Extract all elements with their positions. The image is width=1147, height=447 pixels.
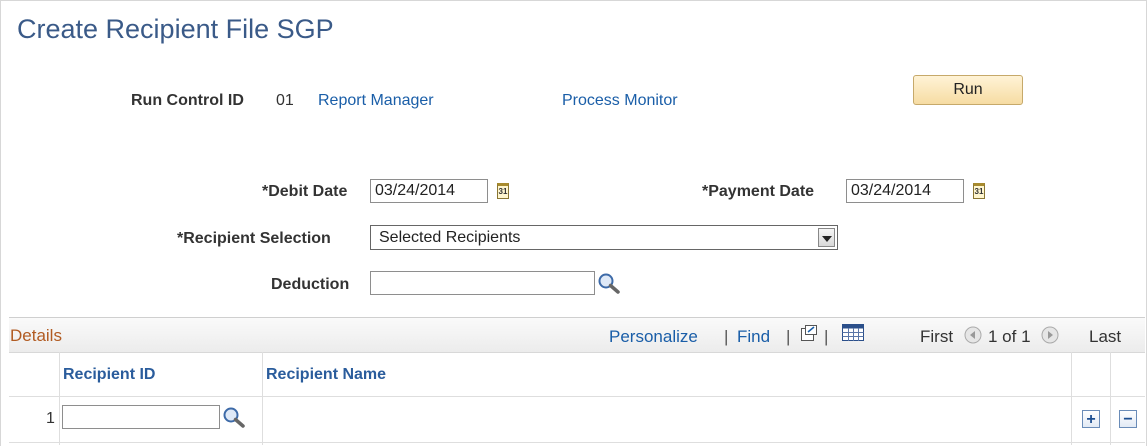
deduction-label: Deduction [271, 276, 350, 293]
first-label: First [920, 327, 954, 346]
row-number: 1 [46, 410, 55, 427]
report-manager-link[interactable]: Report Manager [318, 92, 434, 110]
recipient-name-header[interactable]: Recipient Name [266, 366, 386, 384]
page-frame [0, 0, 1147, 446]
debit-date-input[interactable] [370, 179, 488, 203]
recipient-selection-dropdown[interactable]: Selected Recipients [370, 225, 838, 250]
find-link[interactable]: Find [737, 327, 770, 347]
debit-date-label: *Debit Date [262, 183, 348, 200]
calendar-icon[interactable]: 31 [973, 183, 985, 199]
run-control-label: Run Control ID [131, 92, 244, 109]
recipient-selection-label: *Recipient Selection [177, 230, 331, 247]
separator: | [824, 327, 829, 346]
column-divider [59, 352, 60, 445]
header-divider [9, 396, 1145, 397]
last-label: Last [1089, 327, 1122, 346]
new-window-icon[interactable] [800, 324, 818, 342]
search-icon[interactable] [597, 272, 621, 294]
column-divider [262, 352, 263, 445]
personalize-link[interactable]: Personalize [609, 327, 698, 347]
row-divider [9, 442, 1145, 443]
recipient-id-input[interactable] [62, 405, 220, 429]
spreadsheet-icon[interactable] [842, 324, 864, 342]
next-arrow-icon [1041, 326, 1059, 344]
payment-date-input[interactable] [846, 179, 964, 203]
separator: | [786, 327, 791, 346]
calendar-icon[interactable]: 31 [497, 183, 509, 199]
deduction-input[interactable] [370, 271, 595, 295]
page-title: Create Recipient File SGP [17, 14, 334, 44]
column-divider [1110, 352, 1111, 445]
column-divider [1071, 352, 1072, 445]
delete-row-button[interactable]: − [1119, 410, 1137, 428]
payment-date-label: *Payment Date [702, 183, 815, 200]
recipient-id-header[interactable]: Recipient ID [63, 366, 155, 384]
grid-title: Details [10, 326, 62, 345]
grid-header: Details Personalize | Find | | First 1 o… [9, 317, 1145, 353]
recipient-selection-value: Selected Recipients [379, 229, 521, 246]
previous-arrow-icon [964, 326, 982, 344]
process-monitor-link[interactable]: Process Monitor [562, 92, 678, 110]
page-range: 1 of 1 [988, 327, 1031, 346]
separator: | [724, 327, 729, 346]
run-control-value: 01 [276, 92, 294, 109]
search-icon[interactable] [222, 406, 246, 428]
chevron-down-icon[interactable] [818, 228, 835, 247]
add-row-button[interactable]: + [1082, 410, 1100, 428]
run-button[interactable]: Run [913, 75, 1023, 105]
